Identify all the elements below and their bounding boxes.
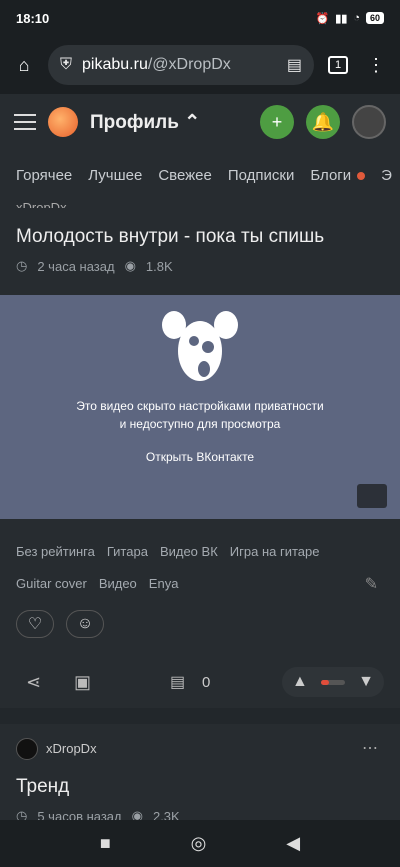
tab-blogs[interactable]: Блоги <box>310 166 366 184</box>
video-message-line2: и недоступно для просмотра <box>119 417 281 431</box>
eye-icon: ◉ <box>124 258 136 273</box>
url-domain: pikabu.ru <box>82 56 148 73</box>
author-avatar[interactable] <box>16 738 38 760</box>
pikabu-logo[interactable] <box>48 107 78 137</box>
address-field[interactable]: ⛨ pikabu.ru/@xDropDx ▤ <box>48 45 314 85</box>
tab-hot[interactable]: Горячее <box>16 167 72 184</box>
menu-icon[interactable] <box>14 114 36 130</box>
avatar[interactable] <box>352 105 386 139</box>
more-menu-icon[interactable]: ⋮ <box>362 51 390 79</box>
post-title[interactable]: Молодость внутри - пока ты спишь <box>16 226 324 248</box>
chevron-up-icon: ⌃ <box>184 111 201 133</box>
comments-icon[interactable]: ▤ <box>170 672 185 692</box>
browser-url-bar: ⌂ ⛨ pikabu.ru/@xDropDx ▤ 1 ⋮ <box>0 36 400 94</box>
tag[interactable]: Видео ВК <box>160 544 218 559</box>
video-player[interactable]: Это видео скрыто настройками приватности… <box>0 295 400 519</box>
tag[interactable]: Видео <box>99 576 137 591</box>
tabs-button[interactable]: 1 <box>324 51 352 79</box>
post-card: xDropDx Молодость внутри - пока ты спишь… <box>0 200 400 708</box>
heart-icon: ♡ <box>27 616 43 633</box>
upvote-icon[interactable]: ▲ <box>292 673 308 691</box>
profile-dropdown[interactable]: Профиль ⌃ <box>90 111 248 134</box>
new-dot <box>357 171 366 180</box>
downvote-icon[interactable]: ▼ <box>358 673 374 691</box>
loading-icon <box>357 484 387 508</box>
site-header: Профиль ⌃ + 🔔 <box>0 94 400 150</box>
share-icon[interactable]: ⋖ <box>26 672 41 693</box>
tag[interactable]: Enya <box>149 576 179 591</box>
tab-best[interactable]: Лучшее <box>88 167 142 184</box>
signal-icon: ▮▮ <box>335 12 348 25</box>
clock-icon: ◷ <box>16 258 28 273</box>
shield-icon: ⛨ <box>60 56 73 73</box>
rating-control: ▲ ▼ <box>282 667 384 697</box>
tags-row: Без рейтинга Гитара Видео ВК Игра на гит… <box>16 544 319 559</box>
reader-mode-icon[interactable]: ▤ <box>287 55 302 75</box>
notifications-button[interactable]: 🔔 <box>306 105 340 139</box>
tabs-count: 1 <box>328 56 348 74</box>
tab-fresh[interactable]: Свежее <box>158 167 212 184</box>
post-title[interactable]: Тренд <box>16 776 69 798</box>
tag[interactable]: Без рейтинга <box>16 544 95 559</box>
home-icon[interactable]: ⌂ <box>10 51 38 79</box>
recents-icon[interactable]: ■ <box>100 833 111 854</box>
status-icons: ⏰ ▮▮ ◔ 60 <box>316 12 384 25</box>
status-bar: 18:10 ⏰ ▮▮ ◔ 60 <box>0 0 400 36</box>
add-post-button[interactable]: + <box>260 105 294 139</box>
add-reaction-button[interactable]: ☺ <box>66 610 104 638</box>
video-hidden-message: Это видео скрыто настройками приватности… <box>0 397 400 433</box>
url-path: /@xDropDx <box>147 56 231 73</box>
post-views: 1.8K <box>145 258 173 274</box>
battery-icon: 60 <box>365 12 384 24</box>
post-meta: ◷ 2 часа назад ◉ 1.8K <box>16 258 173 274</box>
post-author[interactable]: xDropDx <box>16 200 67 208</box>
open-vk-link[interactable]: Открыть ВКонтакте <box>0 450 400 464</box>
tags-row: Guitar cover Видео Enya <box>16 576 178 591</box>
post-time: 2 часа назад <box>37 258 115 274</box>
tag[interactable]: Гитара <box>107 544 148 559</box>
post-card: xDropDx ⋯ Тренд ◷ 5 часов назад ◉ 2.3K <box>0 724 400 824</box>
tab-subscriptions[interactable]: Подписки <box>228 167 295 184</box>
smile-icon: ☺ <box>76 615 94 632</box>
post-action-bar: ⋖ ▣ ▤ 0 ▲ ▼ <box>16 666 384 698</box>
video-message-line1: Это видео скрыто настройками приватности <box>76 399 324 413</box>
post-author[interactable]: xDropDx <box>46 741 97 756</box>
header-title: Профиль <box>90 111 179 133</box>
save-icon[interactable]: ▣ <box>74 672 91 693</box>
alarm-icon: ⏰ <box>315 12 330 25</box>
feed-tabs: Горячее Лучшее Свежее Подписки Блоги Э <box>0 150 400 200</box>
tab-blogs-label: Блоги <box>310 166 352 184</box>
wifi-icon: ◔ <box>353 12 360 24</box>
save-heart-button[interactable]: ♡ <box>16 610 54 638</box>
tag[interactable]: Игра на гитаре <box>230 544 320 559</box>
status-time: 18:10 <box>16 10 50 26</box>
vk-dog-logo <box>162 311 238 381</box>
rating-bar <box>321 679 345 685</box>
edit-icon[interactable]: ✎ <box>365 574 378 594</box>
home-circle-icon[interactable]: ◎ <box>191 833 207 854</box>
system-nav-bar: ■ ◎ ◀ <box>0 820 400 867</box>
more-options-icon[interactable]: ⋯ <box>362 738 378 758</box>
comments-count: 0 <box>202 673 211 691</box>
back-icon[interactable]: ◀ <box>286 833 300 854</box>
tab-more[interactable]: Э <box>381 167 392 184</box>
tag[interactable]: Guitar cover <box>16 576 87 591</box>
